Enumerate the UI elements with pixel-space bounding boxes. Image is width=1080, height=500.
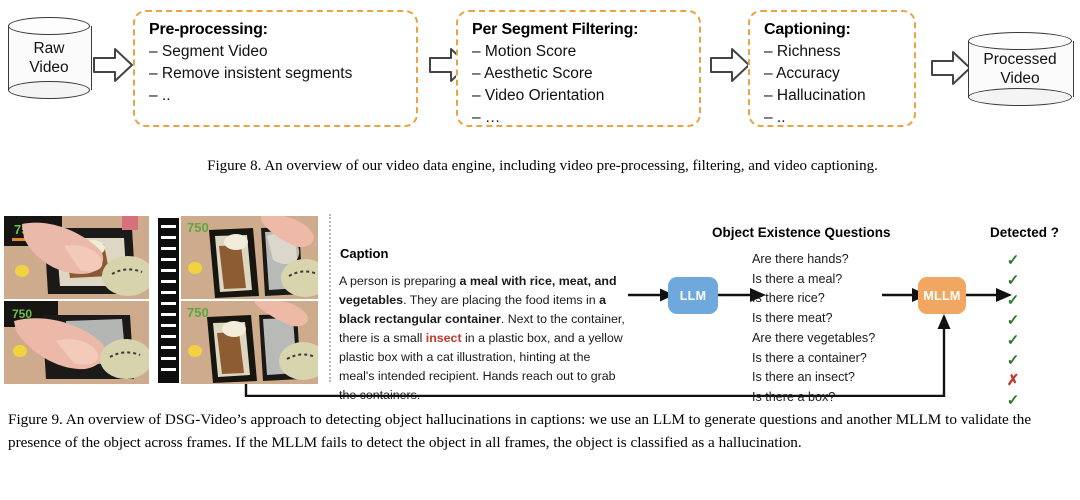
stage-item: – Accuracy <box>764 65 840 82</box>
llm-node-label: LLM <box>679 288 707 303</box>
figure-8-caption: Figure 8. An overview of our video data … <box>207 158 878 174</box>
stage-item: – Segment Video <box>149 43 268 60</box>
raw-video-line-1: Raw <box>33 39 65 57</box>
detected-mark: ✓ <box>1006 311 1020 329</box>
raw-video-cylinder: Raw Video <box>8 17 92 99</box>
question-item: Is there a box? <box>752 389 836 404</box>
stage-title: Captioning: <box>764 21 851 38</box>
processed-video-line-1: Processed <box>983 50 1057 68</box>
question-item: Is there meat? <box>752 311 833 326</box>
detected-marks-list: ✓ ✓ ✓ ✓ ✓ ✓ ✗ ✓ <box>1000 251 1026 411</box>
stage-item: – Hallucination <box>764 87 866 104</box>
stage-item: – Motion Score <box>472 43 577 60</box>
stage-item: – Video Orientation <box>472 87 605 104</box>
stage-item: – Remove insistent segments <box>149 65 353 82</box>
stage-box-pre-processing: Pre-processing: – Segment Video – Remove… <box>133 10 418 127</box>
object-existence-questions-title: Object Existence Questions <box>712 225 891 240</box>
stage-box-captioning: Captioning: – Richness – Accuracy – Hall… <box>748 10 916 127</box>
object-existence-questions-list: Are there hands? Is there a meal? Is the… <box>752 250 875 408</box>
figure-9-caption: Figure 9. An overview of DSG-Video’s app… <box>8 411 1032 452</box>
detected-mark: ✗ <box>1006 371 1020 389</box>
stage-item: – Richness <box>764 43 841 60</box>
question-item: Are there vegetables? <box>752 330 876 345</box>
stage-title: Per Segment Filtering: <box>472 21 639 38</box>
stage-item: – Aesthetic Score <box>472 65 593 82</box>
figure-9-hallucination-diagram: 750 750 750 Caption A person is preparin… <box>0 212 1080 409</box>
mllm-node[interactable]: MLLM <box>918 277 966 314</box>
detected-mark: ✓ <box>1006 271 1020 289</box>
figure-8-pipeline-diagram: Raw Video Pre-processing: – Segment Vide… <box>0 0 1080 145</box>
raw-video-line-2: Video <box>29 59 69 76</box>
block-arrow-3-icon <box>710 48 750 82</box>
stage-item: – … <box>472 109 501 126</box>
processed-video-label: Processed Video <box>968 32 1072 106</box>
stage-title: Pre-processing: <box>149 21 268 38</box>
stage-item: – .. <box>149 87 171 104</box>
detected-mark: ✓ <box>1006 252 1020 269</box>
raw-video-label: Raw Video <box>8 17 90 99</box>
question-item: Are there hands? <box>752 252 849 266</box>
block-arrow-1-icon <box>93 48 133 82</box>
question-item: Is there an insect? <box>752 370 855 385</box>
llm-node[interactable]: LLM <box>668 277 718 314</box>
detected-mark: ✓ <box>1006 331 1020 349</box>
question-item: Is there rice? <box>752 291 825 306</box>
processed-video-cylinder: Processed Video <box>968 32 1074 106</box>
question-item: Is there a container? <box>752 350 867 365</box>
detected-mark: ✓ <box>1006 291 1020 309</box>
detected-column-title: Detected ? <box>990 225 1060 240</box>
mllm-node-label: MLLM <box>923 288 961 303</box>
block-arrow-4-icon <box>931 51 971 85</box>
detected-mark: ✓ <box>1006 351 1020 369</box>
stage-box-per-segment-filtering: Per Segment Filtering: – Motion Score – … <box>456 10 701 127</box>
processed-video-line-2: Video <box>1000 70 1040 87</box>
stage-item: – .. <box>764 109 786 126</box>
question-item: Is there a meal? <box>752 271 843 286</box>
